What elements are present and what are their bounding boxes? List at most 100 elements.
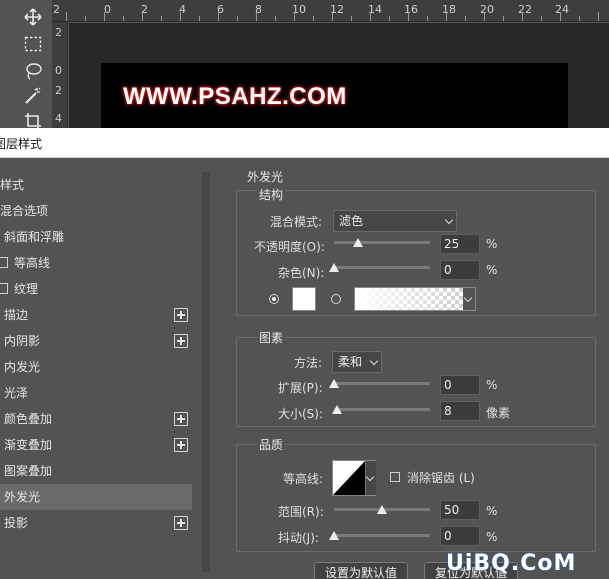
spread-label: 扩展(P):: [278, 381, 323, 395]
style-list-item-label: 等高线: [14, 256, 51, 270]
jitter-slider[interactable]: [329, 531, 430, 540]
document-canvas[interactable]: WWW.PSAHZ.COM: [101, 63, 568, 128]
ruler-tick: [275, 16, 276, 21]
gradient-picker[interactable]: [354, 287, 476, 311]
glow-color-swatch[interactable]: [292, 287, 316, 311]
lasso-icon[interactable]: [22, 60, 44, 82]
opacity-label: 不透明度(O):: [254, 240, 325, 254]
style-checkbox[interactable]: [0, 257, 8, 268]
size-slider-thumb[interactable]: [332, 405, 343, 414]
spread-slider[interactable]: [329, 379, 430, 388]
opacity-slider-thumb[interactable]: [353, 238, 363, 247]
jitter-slider-thumb[interactable]: [329, 531, 339, 540]
ruler-tick: [598, 12, 599, 21]
ruler-tick: [351, 16, 352, 21]
ruler-label: 2: [53, 3, 60, 16]
ruler-tick: [218, 12, 219, 21]
antialias-checkbox[interactable]: [390, 472, 400, 482]
style-list-item-label: 斜面和浮雕: [4, 230, 65, 244]
blend-mode-select[interactable]: 滤色: [333, 210, 457, 232]
style-list: 样式混合选项斜面和浮雕等高线纹理 描边 内阴影 内发光 光泽颜色叠加渐变叠加图案叠加 外发…: [0, 172, 192, 536]
style-list-item[interactable]: 描边: [0, 302, 192, 328]
technique-select[interactable]: 柔和: [332, 351, 382, 373]
ruler-tick: [332, 12, 333, 21]
style-list-item[interactable]: 内发光: [0, 354, 192, 380]
add-effect-icon[interactable]: [174, 334, 188, 348]
style-list-item[interactable]: 光泽: [0, 380, 192, 406]
dialog-titlebar[interactable]: 图层样式: [0, 128, 609, 158]
style-list-item[interactable]: 投影: [0, 510, 192, 536]
style-list-scrollbar[interactable]: [202, 172, 210, 572]
marquee-icon[interactable]: [22, 33, 44, 55]
ruler-tick: [408, 12, 409, 21]
vertical-ruler: 2 0 2 4: [52, 22, 68, 128]
ruler-tick: [85, 16, 86, 21]
watermark-logo: UiBQ.CoM: [446, 551, 577, 576]
move-icon[interactable]: [22, 6, 44, 28]
set-default-button[interactable]: 设置为默认值: [314, 562, 408, 579]
noise-input[interactable]: 0: [440, 260, 480, 280]
layer-style-dialog: 样式 混合选项 斜面和浮雕 等高线 纹理 描边 内阴影 内发光 光泽 颜色叠加 渐变叠加 图案叠加 外发…: [0, 158, 609, 579]
canvas-text-layer: WWW.PSAHZ.COM: [123, 83, 347, 110]
ruler-tick: [484, 12, 485, 21]
ruler-label: 2: [55, 26, 62, 39]
crop-icon[interactable]: [22, 110, 44, 128]
style-list-item-label: 混合选项: [0, 204, 49, 218]
add-effect-icon[interactable]: [174, 438, 188, 452]
style-list-item[interactable]: 图案叠加: [0, 458, 192, 484]
style-checkbox[interactable]: [0, 283, 8, 294]
opacity-slider[interactable]: [334, 238, 430, 247]
size-slider[interactable]: [332, 405, 430, 414]
chevron-down-icon[interactable]: [463, 293, 473, 303]
ruler-tick: [465, 16, 466, 21]
ruler-tick: [522, 12, 523, 21]
range-label: 范围(R):: [278, 505, 324, 519]
dialog-title: 图层样式: [0, 137, 43, 151]
noise-slider-thumb[interactable]: [329, 263, 339, 272]
ruler-tick: [66, 12, 67, 21]
chevron-down-icon: [444, 215, 454, 225]
antialias-label: 消除锯齿 (L): [407, 471, 475, 485]
spread-input[interactable]: 0: [440, 375, 480, 395]
ruler-tick: [142, 12, 143, 21]
jitter-input[interactable]: 0: [440, 526, 480, 546]
range-slider[interactable]: [334, 505, 430, 514]
style-list-item-label: 样式: [0, 178, 25, 192]
style-list-item[interactable]: 样式: [0, 172, 192, 198]
range-input[interactable]: 50: [440, 500, 480, 520]
chevron-down-icon: [369, 356, 379, 366]
blend-mode-value: 滤色: [339, 214, 364, 228]
ruler-tick: [199, 16, 200, 21]
style-list-item-label: 渐变叠加: [4, 438, 53, 452]
style-list-item[interactable]: 内阴影: [0, 328, 192, 354]
style-list-item-label: 颜色叠加: [4, 412, 53, 426]
contour-picker[interactable]: [332, 460, 376, 496]
range-unit: %: [486, 504, 498, 518]
elements-group-label: 图素: [257, 329, 286, 346]
ruler-label: 0: [55, 64, 62, 77]
add-effect-icon[interactable]: [174, 516, 188, 530]
range-slider-thumb[interactable]: [377, 505, 387, 514]
ruler-tick: [180, 12, 181, 21]
tools-panel: [0, 0, 52, 128]
magic-wand-icon[interactable]: [22, 85, 44, 107]
gradient-radio[interactable]: [331, 294, 341, 304]
style-list-item[interactable]: 纹理: [0, 276, 192, 302]
solid-color-radio[interactable]: [269, 294, 279, 304]
opacity-input[interactable]: 25: [440, 234, 480, 254]
structure-group-label: 结构: [257, 186, 286, 203]
size-input[interactable]: 8: [440, 401, 480, 421]
style-list-item[interactable]: 颜色叠加: [0, 406, 192, 432]
spread-slider-thumb[interactable]: [329, 379, 339, 388]
style-list-item[interactable]: 等高线: [0, 250, 192, 276]
style-list-item[interactable]: 渐变叠加: [0, 432, 192, 458]
add-effect-icon[interactable]: [174, 412, 188, 426]
style-list-item[interactable]: 斜面和浮雕: [0, 224, 192, 250]
add-effect-icon[interactable]: [174, 308, 188, 322]
style-list-item[interactable]: 混合选项: [0, 198, 192, 224]
opacity-unit: %: [486, 237, 498, 251]
contour-preview-icon: [333, 461, 365, 495]
style-list-item[interactable]: 外发光: [0, 484, 192, 510]
panel-title: 外发光: [247, 170, 284, 184]
noise-slider[interactable]: [329, 263, 430, 272]
